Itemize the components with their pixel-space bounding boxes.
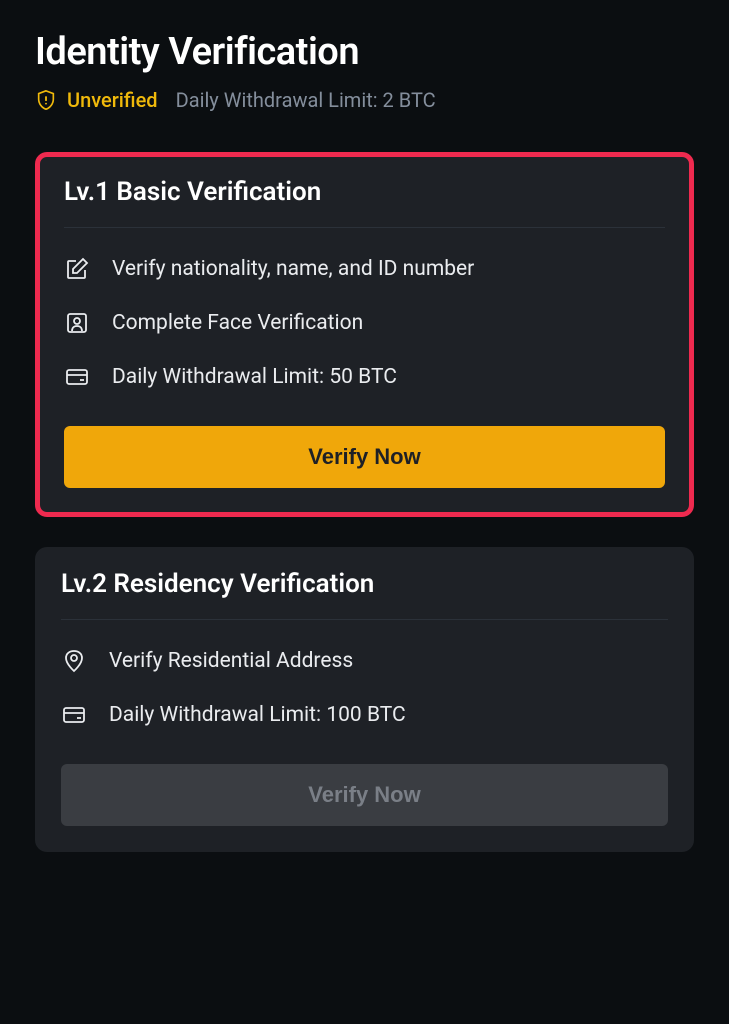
verify-now-button-disabled: Verify Now	[61, 764, 668, 826]
face-id-icon	[64, 310, 90, 336]
item-label: Daily Withdrawal Limit: 50 BTC	[112, 365, 397, 389]
list-item: Daily Withdrawal Limit: 100 BTC	[61, 702, 668, 728]
page-title: Identity Verification	[35, 30, 694, 74]
card-title: Lv.2 Residency Verification	[61, 569, 668, 620]
list-item: Verify Residential Address	[61, 648, 668, 674]
location-pin-icon	[61, 648, 87, 674]
status-row: Unverified Daily Withdrawal Limit: 2 BTC	[35, 88, 694, 112]
verification-card-level-2: Lv.2 Residency Verification Verify Resid…	[35, 547, 694, 852]
item-label: Daily Withdrawal Limit: 100 BTC	[109, 703, 406, 727]
card-title: Lv.1 Basic Verification	[64, 177, 665, 228]
item-label: Complete Face Verification	[112, 311, 363, 335]
edit-icon	[64, 256, 90, 282]
status-badge: Unverified	[67, 88, 158, 112]
verification-card-level-1: Lv.1 Basic Verification Verify nationali…	[35, 152, 694, 517]
card-icon	[61, 702, 87, 728]
item-label: Verify nationality, name, and ID number	[112, 257, 474, 281]
card-icon	[64, 364, 90, 390]
withdrawal-limit-text: Daily Withdrawal Limit: 2 BTC	[176, 88, 436, 112]
shield-warning-icon	[35, 89, 57, 111]
list-item: Complete Face Verification	[64, 310, 665, 336]
list-item: Verify nationality, name, and ID number	[64, 256, 665, 282]
item-label: Verify Residential Address	[109, 649, 353, 673]
list-item: Daily Withdrawal Limit: 50 BTC	[64, 364, 665, 390]
verify-now-button[interactable]: Verify Now	[64, 426, 665, 488]
